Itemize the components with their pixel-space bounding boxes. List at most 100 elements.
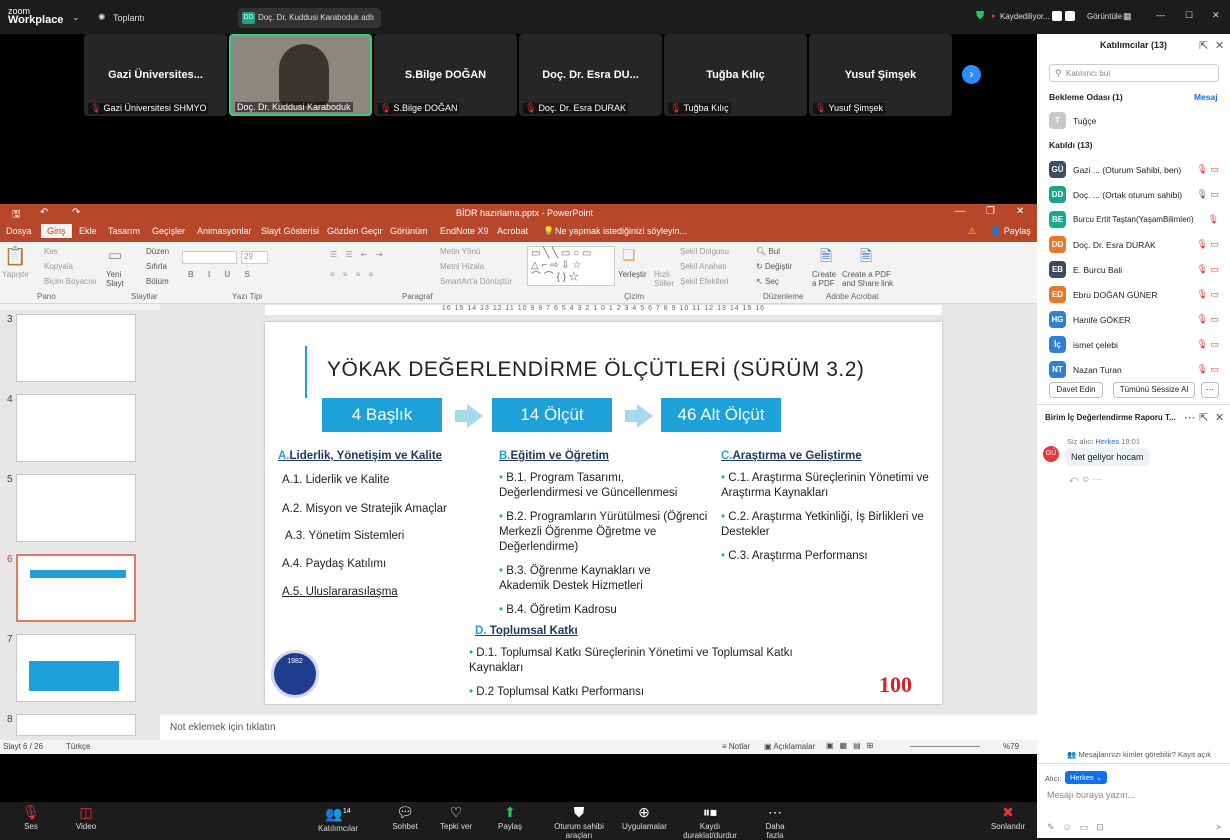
mic-off-icon[interactable]: 🎙︎ ▭: [1197, 239, 1219, 250]
slide-thumbnail[interactable]: [16, 314, 136, 382]
create-pdf-button[interactable]: Create a PDF: [812, 270, 840, 288]
participant-row[interactable]: GÜ Gazi ... (Oturum Sahibi, ben) 🎙︎ ▭: [1049, 161, 1219, 181]
waiting-room-header[interactable]: Bekleme Odası (1): [1049, 92, 1123, 102]
tab-review[interactable]: Gözden Geçir: [327, 226, 383, 236]
view-buttons[interactable]: ▣▦▤⊞: [826, 741, 879, 750]
format-painter-button[interactable]: Biçim Boyacısı: [44, 277, 96, 286]
video-tile[interactable]: Gazi Üniversites... 🎙︎ Gazi Üniversitesi S…: [84, 34, 227, 116]
font-size-input[interactable]: 29: [241, 251, 268, 264]
close-icon[interactable]: ✕: [1215, 39, 1224, 52]
tab-insert[interactable]: Ekle: [79, 226, 97, 236]
zoom-logo[interactable]: zoom Workplace: [8, 7, 63, 26]
mic-off-icon[interactable]: 🎙︎ ▭: [1197, 289, 1219, 300]
recipient-select[interactable]: Herkes ⌄: [1065, 771, 1108, 784]
tab-file[interactable]: Dosya: [6, 226, 32, 236]
layout-button[interactable]: Düzen: [146, 247, 169, 256]
replace-button[interactable]: ↻ Değiştir: [756, 262, 792, 271]
stop-recording-button[interactable]: [1065, 11, 1075, 21]
close-icon[interactable]: ✕: [1215, 411, 1224, 424]
mic-off-icon[interactable]: 🎙︎: [1208, 214, 1219, 225]
close-icon[interactable]: ✕: [1016, 206, 1024, 217]
undo-icon[interactable]: ↶: [40, 207, 48, 218]
mic-off-icon[interactable]: 🎙︎ ▭: [1197, 164, 1219, 175]
zoom-level[interactable]: %79: [1003, 742, 1019, 751]
video-tile[interactable]: Doç. Dr. Esra DU... 🎙︎ Doç. Dr. Esra DURAK: [519, 34, 662, 116]
minimize-icon[interactable]: —: [955, 206, 965, 217]
shape-gallery[interactable]: ▭ ╲ ╲ ▭ ○ ▭ △ ⌐ ⇨ ⇩ ☆ ⌒ ⌒ { } ☆: [527, 246, 615, 286]
pause-recording-button[interactable]: [1052, 11, 1062, 21]
slide-thumbnail[interactable]: [16, 714, 136, 736]
participant-row[interactable]: DD Doç. Dr. Esra DURAK 🎙︎ ▭: [1049, 236, 1219, 256]
tab-home[interactable]: Giriş: [41, 224, 72, 238]
align-icons[interactable]: ≡ ≡ ≡ ≡: [330, 270, 376, 279]
popout-icon[interactable]: ⇱: [1199, 39, 1208, 52]
video-button[interactable]: ◫ Video: [70, 802, 102, 831]
send-icon[interactable]: ➤: [1215, 822, 1223, 833]
new-slide-button[interactable]: Yeni Slayt: [106, 270, 130, 288]
font-family-input[interactable]: [182, 251, 237, 264]
record-button[interactable]: ⏸⏹ Kaydı duraklat/durdur: [672, 802, 748, 840]
maximize-icon[interactable]: ☐: [1185, 10, 1193, 21]
section-button[interactable]: Bölüm: [146, 277, 169, 286]
tab-animations[interactable]: Animasyonlar: [197, 226, 252, 236]
slide-thumbnail[interactable]: [16, 474, 136, 542]
slide-thumbnail[interactable]: [16, 634, 136, 702]
tab-slideshow[interactable]: Slayt Gösterisi: [261, 226, 319, 236]
participant-row[interactable]: EB E. Burcu Bali 🎙︎ ▭: [1049, 261, 1219, 281]
language-indicator[interactable]: Türkçe: [66, 742, 90, 751]
chat-visibility[interactable]: 👥 Mesajlarınızı kimler görebilir? Kayıt …: [1067, 750, 1211, 759]
slide[interactable]: YÖKAK DEĞERLENDİRME ÖLÇÜTLERİ (SÜRÜM 3.2…: [265, 322, 942, 704]
react-button[interactable]: ♡ Tepki ver: [440, 802, 472, 831]
align-text-button[interactable]: Metni Hizala: [440, 262, 484, 271]
shape-effects-button[interactable]: Şekil Efektleri: [680, 277, 728, 286]
more-options-icon[interactable]: ⋯: [1201, 382, 1219, 398]
quick-styles-button[interactable]: Hızlı Stiller: [654, 270, 674, 288]
mute-all-button[interactable]: Tümünü Sessize Al: [1113, 382, 1195, 398]
participant-search-input[interactable]: ⚲ Katılımcı bul: [1049, 64, 1219, 82]
share-button[interactable]: 👤 Paylaş: [990, 226, 1031, 237]
more-button[interactable]: ⋯ Daha fazla: [756, 802, 794, 840]
select-button[interactable]: ↖ Seç: [756, 277, 779, 286]
shape-outline-button[interactable]: Şekil Anahatı: [680, 262, 727, 271]
waiting-participant[interactable]: T Tuğçe: [1049, 112, 1219, 132]
participant-row[interactable]: ED Ebru DOĞAN GÜNER 🎙︎ ▭: [1049, 286, 1219, 306]
mic-off-icon[interactable]: 🎙︎ ▭: [1197, 364, 1219, 375]
audio-button[interactable]: 🎙︎ Ses: [16, 802, 46, 831]
view-button[interactable]: Görüntüle: [1087, 12, 1122, 21]
tell-me-input[interactable]: Ne yapmak istediğinizi söyleyin...: [555, 226, 687, 236]
mic-off-icon[interactable]: 🎙︎ ▭: [1197, 339, 1219, 350]
participants-button[interactable]: 👥14 Katılımcılar: [318, 802, 358, 833]
mic-icon[interactable]: 🎙︎ ▭: [1197, 189, 1219, 200]
more-options-icon[interactable]: ⋯: [1184, 411, 1195, 424]
slide-thumbnail[interactable]: [16, 394, 136, 462]
comments-button[interactable]: ▣ Açıklamalar: [764, 742, 815, 751]
zoom-slider[interactable]: [910, 746, 980, 747]
participant-row[interactable]: HG Hanife GÖKER 🎙︎ ▭: [1049, 311, 1219, 331]
tab-endnote[interactable]: EndNote X9: [440, 226, 489, 236]
chat-input[interactable]: Mesajı buraya yazın...: [1047, 790, 1135, 800]
meetings-label[interactable]: Toplantı: [113, 13, 145, 23]
popout-icon[interactable]: ⇱: [1199, 411, 1208, 424]
video-tile[interactable]: Yusuf Şimşek 🎙︎ Yusuf Şimşek: [809, 34, 952, 116]
apps-button[interactable]: ⊕ Uygulamalar: [622, 802, 667, 831]
shape-fill-button[interactable]: Şekil Dolgusu: [680, 247, 729, 256]
chat-button[interactable]: 💬︎ Sohbet: [390, 802, 420, 831]
notes-button[interactable]: ≡ Notlar: [722, 742, 750, 751]
arrange-button[interactable]: Yerleştir: [618, 270, 647, 279]
minimize-icon[interactable]: —: [1156, 10, 1165, 20]
restore-icon[interactable]: ❐: [986, 206, 995, 217]
reaction-icons[interactable]: ⤺ ☺ ⋯: [1069, 474, 1102, 485]
joined-header[interactable]: Katıldı (13): [1049, 140, 1092, 150]
copy-button[interactable]: Kopyala: [44, 262, 73, 271]
participant-row[interactable]: NT Nazan Turan 🎙︎ ▭: [1049, 361, 1219, 381]
host-tools-button[interactable]: ⛊ Oturum sahibi araçları: [542, 802, 616, 840]
tab-view[interactable]: Görünüm: [390, 226, 428, 236]
font-style-buttons[interactable]: B I U S: [188, 270, 256, 279]
reset-button[interactable]: Sıfırla: [146, 262, 167, 271]
create-pdf-share-button[interactable]: Create a PDF and Share link: [842, 270, 894, 288]
speaker-chip[interactable]: DD Doç. Dr. Kuddusi Karaboduk adlı: [238, 8, 381, 28]
chat-tools-icons[interactable]: ✎☺▭⊡: [1047, 822, 1112, 833]
end-meeting-button[interactable]: ✖ Sonlandır: [990, 802, 1026, 831]
participant-row[interactable]: BE Burcu Ertit Taştan(YaşamBilimleri) 🎙︎: [1049, 211, 1219, 231]
chevron-down-icon[interactable]: ⌄: [72, 12, 80, 23]
